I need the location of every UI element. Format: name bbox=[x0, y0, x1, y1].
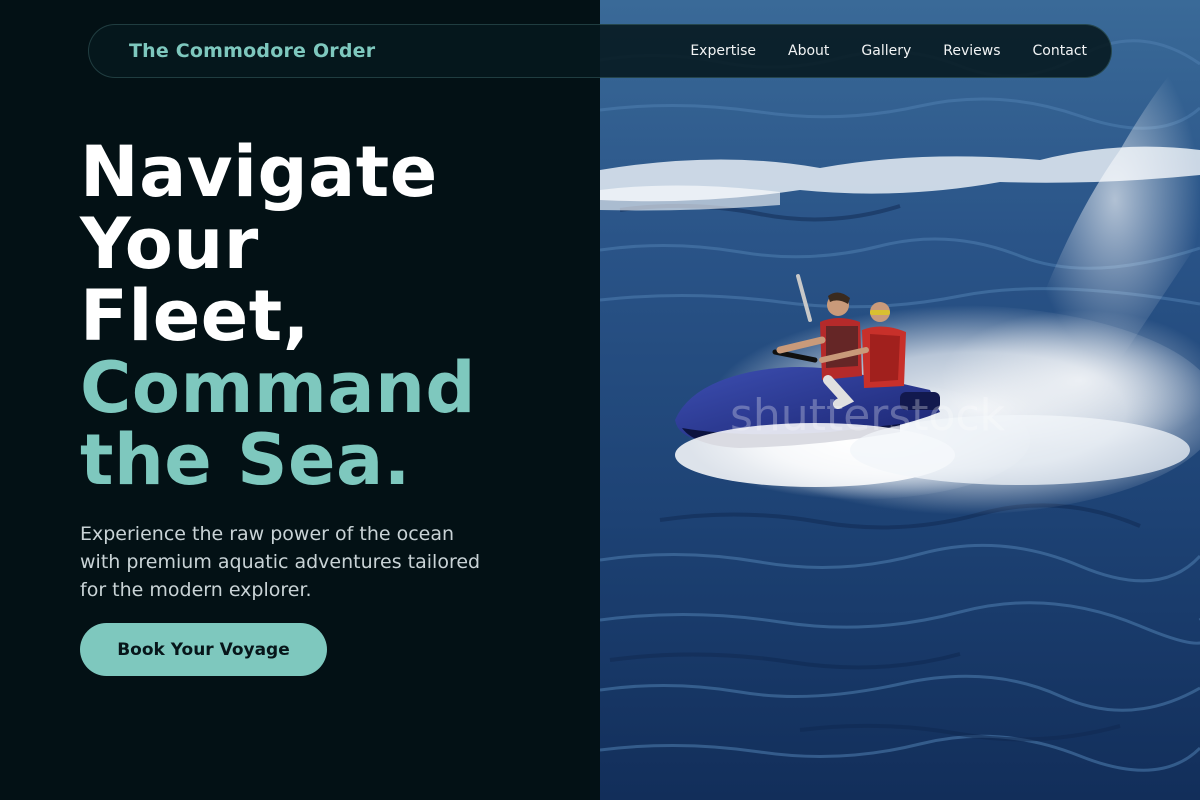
hero-image: shutterstock bbox=[600, 0, 1200, 800]
subtext-line: Experience the raw power of the ocean bbox=[80, 523, 455, 545]
headline-line: Your bbox=[80, 203, 259, 285]
nav-link-gallery[interactable]: Gallery bbox=[861, 43, 911, 59]
watermark: shutterstock bbox=[730, 390, 1006, 441]
book-voyage-button[interactable]: Book Your Voyage bbox=[80, 623, 327, 676]
nav-link-about[interactable]: About bbox=[788, 43, 829, 59]
nav-link-expertise[interactable]: Expertise bbox=[690, 43, 756, 59]
subtext-line: with premium aquatic adventures tailored bbox=[80, 551, 481, 573]
top-navbar: The Commodore Order Expertise About Gall… bbox=[88, 24, 1112, 78]
subtext-line: for the modern explorer. bbox=[80, 579, 312, 601]
headline-line: Fleet, bbox=[80, 275, 310, 357]
headline-line: Navigate bbox=[80, 131, 438, 213]
nav-link-contact[interactable]: Contact bbox=[1033, 43, 1087, 59]
brand-logo[interactable]: The Commodore Order bbox=[129, 40, 375, 62]
nav-link-reviews[interactable]: Reviews bbox=[943, 43, 1000, 59]
nav-links: Expertise About Gallery Reviews Contact bbox=[658, 43, 1087, 59]
headline-accent-line: Command bbox=[80, 347, 477, 429]
hero-subtext: Experience the raw power of the ocean wi… bbox=[80, 520, 520, 604]
headline-accent-line: the Sea. bbox=[80, 419, 411, 501]
hero-headline: Navigate Your Fleet, Command the Sea. bbox=[80, 136, 580, 496]
